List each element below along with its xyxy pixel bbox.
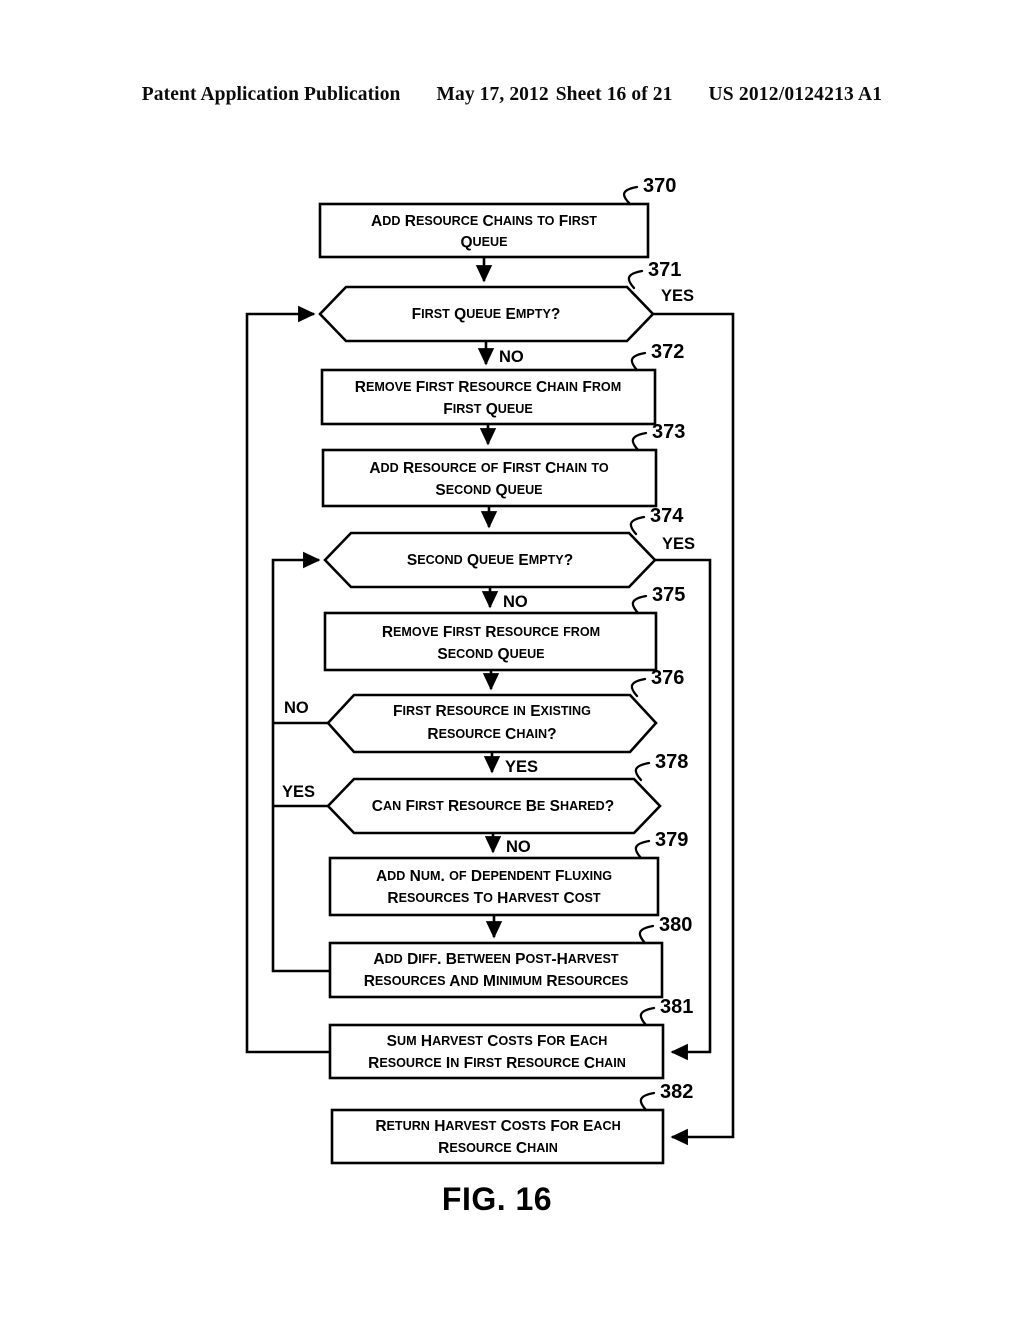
ref-number-375: 375 — [652, 584, 685, 606]
node-381-line1: SUM HARVEST COSTS FOR EACH — [387, 1033, 608, 1050]
ref-number-379: 379 — [655, 829, 688, 851]
node-379-line2: RESOURCES TO HARVEST COST — [387, 890, 601, 907]
edge-label-376-no: NO — [284, 699, 309, 717]
edge-label-371-yes: YES — [661, 287, 694, 305]
node-378-can-first-resource-be-shared: CAN FIRST RESOURCE BE SHARED? 378 YES NO — [282, 751, 688, 856]
node-370-line1: ADD RESOURCE CHAINS TO FIRST — [371, 213, 597, 230]
leader-382 — [639, 1091, 656, 1112]
node-372-line2: FIRST QUEUE — [443, 401, 533, 418]
node-375-line1: REMOVE FIRST RESOURCE FROM — [382, 624, 600, 641]
ref-number-382: 382 — [660, 1081, 693, 1103]
ref-number-374: 374 — [650, 505, 684, 527]
leader-381 — [639, 1006, 656, 1027]
leader-373 — [631, 431, 648, 452]
node-374-line1: SECOND QUEUE EMPTY? — [407, 552, 573, 569]
node-378-line1: CAN FIRST RESOURCE BE SHARED? — [372, 798, 614, 815]
node-375-line2: SECOND QUEUE — [437, 646, 544, 663]
node-375-box — [323, 611, 658, 672]
node-380-line2: RESOURCES AND MINIMUM RESOURCES — [364, 973, 629, 990]
leader-370 — [622, 185, 639, 206]
node-376-first-resource-in-existing-resource-chain: FIRST RESOURCE IN EXISTING RESOURCE CHAI… — [284, 667, 684, 776]
node-370-line2: QUEUE — [460, 234, 507, 251]
ref-number-372: 372 — [651, 341, 684, 363]
ref-number-370: 370 — [643, 175, 676, 197]
edge-label-374-no: NO — [503, 593, 528, 611]
node-370-add-resource-chains-to-first-queue: ADD RESOURCE CHAINS TO FIRST QUEUE 370 — [318, 175, 676, 259]
node-371-line1: FIRST QUEUE EMPTY? — [412, 306, 561, 323]
figure-caption: FIG. 16 — [442, 1181, 552, 1217]
node-373-line1: ADD RESOURCE OF FIRST CHAIN TO — [369, 460, 609, 477]
edge-label-378-yes: YES — [282, 783, 315, 801]
ref-number-371: 371 — [648, 259, 681, 281]
node-374-second-queue-empty: SECOND QUEUE EMPTY? 374 YES NO — [323, 505, 695, 611]
edge-label-371-no: NO — [499, 348, 524, 366]
node-381-sum-harvest-costs-for-each-resource-in-first-resource-chain: SUM HARVEST COSTS FOR EACH RESOURCE IN F… — [328, 996, 693, 1080]
ref-number-380: 380 — [659, 914, 692, 936]
connector-380-to-374-loop — [271, 551, 330, 973]
patent-figure-page: Patent Application Publication May 17, 2… — [0, 0, 1024, 1320]
leader-372 — [630, 351, 647, 372]
node-382-line2: RESOURCE CHAIN — [438, 1140, 558, 1157]
ref-number-381: 381 — [660, 996, 693, 1018]
node-373-add-resource-of-first-chain-to-second-queue: ADD RESOURCE OF FIRST CHAIN TO SECOND QU… — [321, 421, 685, 508]
flowchart-diagram: ADD RESOURCE CHAINS TO FIRST QUEUE 370 F… — [245, 175, 735, 1217]
node-371-first-queue-empty: FIRST QUEUE EMPTY? 371 YES NO — [318, 259, 694, 366]
node-380-line1: ADD DIFF. BETWEEN POST-HARVEST — [373, 951, 619, 968]
leader-374 — [629, 515, 646, 536]
node-382-return-harvest-costs-for-each-resource-chain: RETURN HARVEST COSTS FOR EACH RESOURCE C… — [330, 1081, 693, 1165]
ref-number-378: 378 — [655, 751, 688, 773]
leader-380 — [638, 924, 655, 945]
leader-371 — [627, 269, 644, 290]
node-376-line2: RESOURCE CHAIN? — [427, 726, 556, 743]
connector-381-to-371-loop — [245, 305, 330, 1054]
edge-label-376-yes: YES — [505, 758, 538, 776]
node-381-line2: RESOURCE IN FIRST RESOURCE CHAIN — [368, 1055, 626, 1072]
edge-label-374-yes: YES — [662, 535, 695, 553]
leader-379 — [634, 839, 651, 860]
ref-number-373: 373 — [652, 421, 685, 443]
node-373-line2: SECOND QUEUE — [435, 482, 542, 499]
node-379-line1: ADD NUM. OF DEPENDENT FLUXING — [376, 868, 612, 885]
node-380-add-diff-between-post-harvest-resources-and-minimum-resources: ADD DIFF. BETWEEN POST-HARVEST RESOURCES… — [328, 914, 692, 999]
node-372-line1: REMOVE FIRST RESOURCE CHAIN FROM — [355, 379, 621, 396]
leader-376 — [630, 677, 647, 698]
edge-label-378-no: NO — [506, 838, 531, 856]
leader-375 — [631, 594, 648, 615]
ref-number-376: 376 — [651, 667, 684, 689]
node-382-line1: RETURN HARVEST COSTS FOR EACH — [375, 1118, 620, 1135]
leader-378 — [634, 761, 651, 782]
node-373-box — [321, 448, 658, 508]
node-376-line1: FIRST RESOURCE IN EXISTING — [393, 703, 591, 720]
